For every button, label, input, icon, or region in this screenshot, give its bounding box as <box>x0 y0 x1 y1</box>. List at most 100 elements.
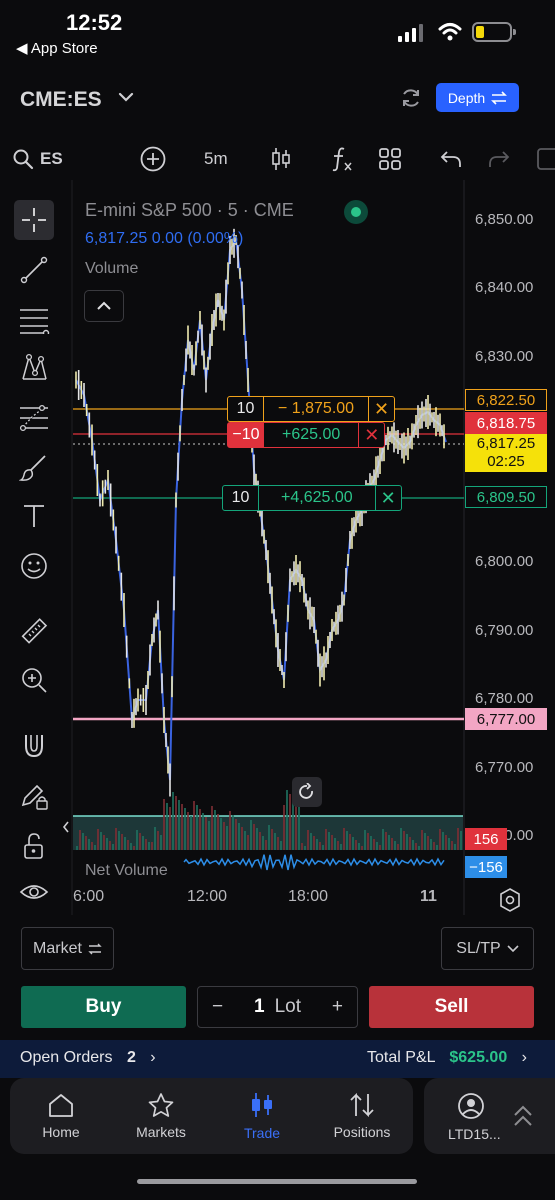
volume-bar <box>235 819 237 850</box>
volume-bar <box>406 834 408 850</box>
home-indicator <box>137 1179 417 1184</box>
close-order-icon[interactable]: ✕ <box>368 397 394 421</box>
volume-bar <box>178 800 180 850</box>
volume-bar <box>103 835 105 850</box>
price-chart[interactable]: E-mini S&P 500 · 5 · CME 6,817.25 0.00 (… <box>0 180 555 920</box>
last-price-value: 6,817.25 <box>476 435 536 452</box>
volume-indicator-label[interactable]: Volume <box>85 260 138 278</box>
buy-button[interactable]: Buy <box>21 986 186 1028</box>
position-qty: 10 <box>223 486 259 510</box>
undo-button[interactable] <box>440 144 462 174</box>
battery-icon <box>472 22 516 42</box>
total-pnl-link[interactable]: Total P&L $625.00 › <box>367 1049 527 1067</box>
qty-display[interactable]: 1 Lot <box>254 996 301 1018</box>
volume-bar <box>142 836 144 850</box>
order-ticket-mid[interactable]: −10 +625.00 ✕ <box>227 422 386 448</box>
fullscreen-button[interactable] <box>536 144 555 174</box>
volume-bar <box>298 806 300 850</box>
redo-icon <box>489 151 510 167</box>
volume-bar <box>115 828 117 850</box>
order-ticket-upper[interactable]: 10 − 1,875.00 ✕ <box>227 396 396 422</box>
open-orders-bar[interactable]: Open Orders 2 › Total P&L $625.00 › <box>0 1040 555 1078</box>
total-pnl-label: Total P&L <box>367 1049 435 1066</box>
nav-trade-label: Trade <box>243 1125 281 1141</box>
volume-bar <box>313 836 315 850</box>
refresh-icon[interactable] <box>399 86 423 110</box>
volume-bar <box>88 839 90 850</box>
reset-chart-button[interactable] <box>292 777 322 807</box>
decrease-qty-button[interactable]: − <box>212 996 223 1018</box>
layouts-button[interactable] <box>378 144 402 174</box>
volume-bar <box>439 829 441 850</box>
status-time: 12:52 <box>66 10 123 35</box>
symbol-selector[interactable]: CME:ES <box>20 88 102 112</box>
depth-label: Depth <box>447 89 486 106</box>
open-orders-link[interactable]: Open Orders 2 › <box>20 1049 156 1067</box>
volume-bar <box>448 838 450 850</box>
chevron-right-icon: › <box>521 1049 527 1066</box>
order-type-button[interactable]: Market <box>21 927 114 970</box>
chart-type-button[interactable] <box>270 144 292 174</box>
volume-bar <box>220 818 222 850</box>
expand-left-icon[interactable] <box>61 820 71 834</box>
volume-bar <box>199 809 201 850</box>
volume-bar <box>340 844 342 850</box>
close-order-icon[interactable]: ✕ <box>358 423 384 447</box>
time-axis-label: 11 <box>420 888 437 905</box>
volume-bar <box>352 837 354 850</box>
collapse-legend-button[interactable] <box>84 290 124 322</box>
expand-up-icon[interactable] <box>512 1104 534 1128</box>
time-axis-label: 6:00 <box>73 888 105 905</box>
account-avatar-icon <box>458 1093 484 1119</box>
volume-bar <box>193 801 195 850</box>
nav-positions-label: Positions <box>333 1124 391 1140</box>
symbol-search-button[interactable]: ES <box>12 144 63 174</box>
total-pnl-value: $625.00 <box>449 1049 508 1066</box>
indicators-button[interactable] <box>330 144 354 174</box>
sl-tp-button[interactable]: SL/TP <box>441 927 534 970</box>
volume-bar <box>295 802 297 850</box>
chevron-down-icon[interactable] <box>117 88 135 106</box>
volume-bar <box>349 834 351 850</box>
account-switcher[interactable]: LTD15... <box>424 1078 555 1154</box>
volume-bar <box>253 824 255 850</box>
status-bar: 12:52 ◀ App Store <box>0 0 555 62</box>
chevron-right-icon: › <box>150 1049 156 1066</box>
close-position-icon[interactable]: ✕ <box>374 486 401 510</box>
chart-canvas[interactable] <box>0 180 555 920</box>
bar-countdown: 02:25 <box>487 453 525 470</box>
depth-button[interactable]: Depth <box>436 83 519 112</box>
volume-bar <box>370 836 372 850</box>
redo-button[interactable] <box>488 144 510 174</box>
volume-bar <box>187 812 189 850</box>
volume-bar <box>250 820 252 850</box>
square-icon <box>537 148 555 170</box>
volume-bar <box>229 811 231 850</box>
volume-bar <box>403 831 405 850</box>
net-volume-indicator-label[interactable]: Net Volume <box>85 862 168 880</box>
volume-bar <box>139 833 141 850</box>
sell-button[interactable]: Sell <box>369 986 534 1028</box>
price-axis-label: 6,800.00 <box>475 553 534 570</box>
nav-trade[interactable]: Trade <box>212 1078 312 1154</box>
add-symbol-button[interactable] <box>140 144 166 174</box>
market-status-indicator[interactable] <box>344 200 368 224</box>
back-to-app-store-link[interactable]: ◀ App Store <box>16 39 98 57</box>
position-ticket[interactable]: 10 +4,625.00 ✕ <box>222 485 402 511</box>
nav-home[interactable]: Home <box>11 1078 111 1154</box>
chart-settings-icon[interactable] <box>497 887 523 913</box>
nav-markets[interactable]: Markets <box>111 1078 211 1154</box>
reset-icon <box>299 783 313 799</box>
swap-icon <box>350 1092 374 1118</box>
volume-bar <box>337 841 339 850</box>
volume-bar <box>241 827 243 850</box>
volume-bar <box>76 846 78 850</box>
interval-selector[interactable]: 5m <box>204 144 228 174</box>
nav-positions[interactable]: Positions <box>312 1078 412 1154</box>
volume-bar <box>460 831 462 850</box>
increase-qty-button[interactable]: + <box>332 996 343 1018</box>
quantity-stepper[interactable]: − 1 Lot + <box>197 986 358 1028</box>
volume-bar <box>307 830 309 850</box>
chevron-down-icon <box>507 944 519 952</box>
net-volume-value-tag: −156 <box>465 856 507 878</box>
